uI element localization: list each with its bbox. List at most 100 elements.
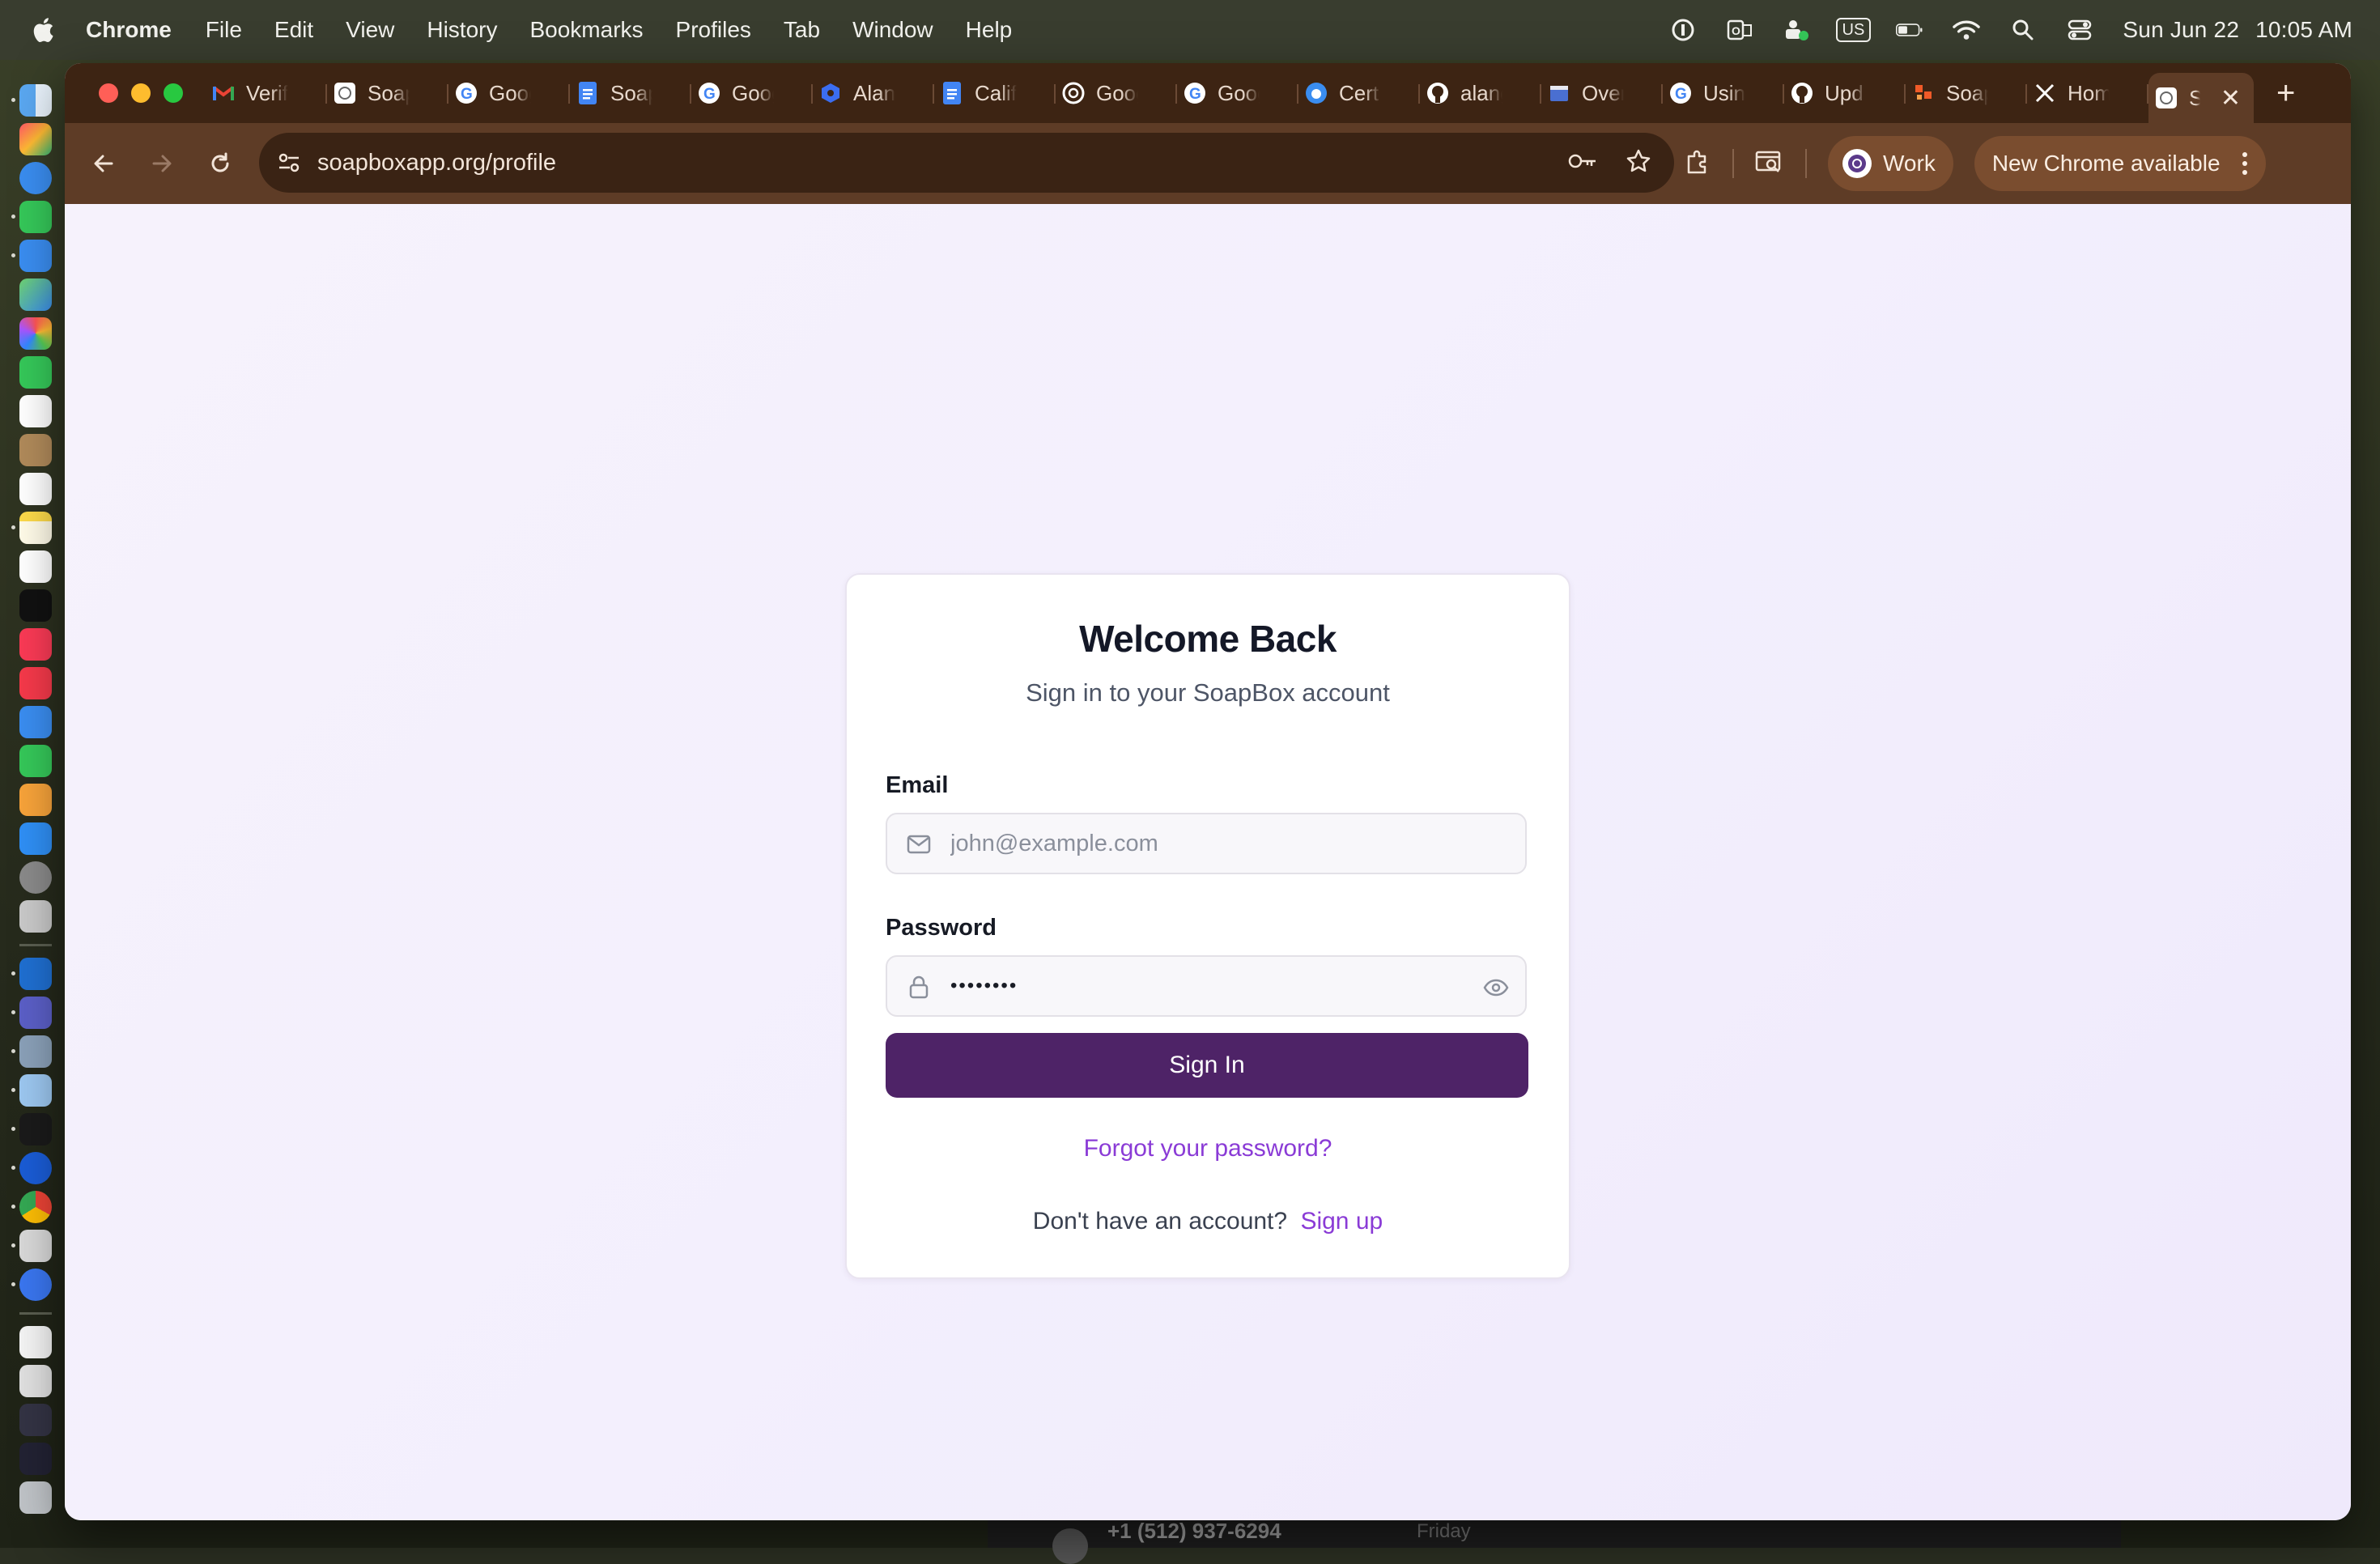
tab-google-docs[interactable]: Soap (570, 73, 691, 113)
tab-soap-orange[interactable]: Soap (1906, 73, 2027, 113)
tab-github-2[interactable]: Upd (1784, 73, 1906, 113)
chrome-dock-icon[interactable] (11, 1191, 52, 1223)
menu-bookmarks[interactable]: Bookmarks (529, 17, 643, 43)
email-field[interactable] (886, 813, 1527, 874)
site-info-icon[interactable] (272, 146, 306, 180)
forward-button[interactable] (139, 141, 185, 186)
url-text[interactable]: soapboxapp.org/profile (317, 150, 556, 176)
back-button[interactable] (81, 141, 126, 186)
battery-icon[interactable] (1896, 16, 1923, 44)
notes-icon[interactable] (11, 512, 52, 544)
freeform-icon[interactable] (19, 550, 52, 583)
close-tab-icon[interactable]: ✕ (2221, 84, 2241, 113)
bookmark-star-icon[interactable] (1626, 148, 1651, 178)
tab-store[interactable]: Over (1541, 73, 1663, 113)
sign-in-button[interactable]: Sign In (886, 1033, 1528, 1098)
control-center-icon[interactable] (2066, 16, 2093, 44)
tab-search-icon[interactable] (1755, 149, 1784, 179)
printer-icon[interactable] (11, 1230, 52, 1262)
email-input[interactable] (950, 814, 1468, 873)
signal-icon[interactable] (11, 1269, 52, 1301)
menu-edit[interactable]: Edit (274, 17, 313, 43)
menu-view[interactable]: View (346, 17, 394, 43)
onepassword-icon[interactable] (11, 1152, 52, 1184)
safari-icon[interactable] (19, 162, 52, 194)
tab-gmail[interactable]: Verif (206, 73, 327, 113)
address-bar[interactable]: soapboxapp.org/profile (259, 133, 1674, 193)
minimize-window-button[interactable] (131, 83, 151, 103)
forgot-password-link[interactable]: Forgot your password? (847, 1135, 1569, 1162)
new-tab-button[interactable]: + (2276, 75, 2295, 112)
preview-icon[interactable] (11, 1074, 52, 1107)
close-window-button[interactable] (99, 83, 118, 103)
menu-bar-time[interactable]: 10:05 AM (2255, 17, 2352, 43)
app-store-icon[interactable] (19, 822, 52, 855)
tab-active-soapbox[interactable]: S ✕ (2148, 73, 2254, 123)
kebab-menu-icon[interactable] (2242, 151, 2248, 176)
apple-menu-icon[interactable] (31, 16, 55, 44)
zoom-window-button[interactable] (164, 83, 183, 103)
extensions-icon[interactable] (1684, 148, 1711, 180)
pages-icon[interactable] (19, 784, 52, 816)
password-input[interactable] (950, 957, 1468, 1015)
screen-sharing-icon[interactable] (11, 1035, 52, 1068)
tab-apple-developer[interactable]: Cert (1298, 73, 1420, 113)
calendar-icon[interactable] (19, 395, 52, 427)
menu-window[interactable]: Window (852, 17, 933, 43)
trash-icon[interactable] (19, 1481, 52, 1514)
spotlight-search-icon[interactable] (2009, 16, 2037, 44)
screenshot-stack-icon[interactable] (19, 1404, 52, 1436)
reminders-icon[interactable] (19, 473, 52, 505)
menu-tab[interactable]: Tab (784, 17, 820, 43)
teams-dock-icon[interactable] (11, 997, 52, 1029)
tab-alan[interactable]: Alan (813, 73, 934, 113)
downloads-stack-icon[interactable] (19, 1365, 52, 1397)
numbers-icon[interactable] (19, 745, 52, 777)
news-icon[interactable] (19, 667, 52, 699)
contacts-icon[interactable] (19, 434, 52, 466)
document-icon[interactable] (19, 1326, 52, 1358)
menu-app-name[interactable]: Chrome (86, 17, 172, 43)
facetime-icon[interactable] (19, 356, 52, 389)
show-password-eye-icon[interactable] (1481, 973, 1511, 1002)
maps-icon[interactable] (19, 278, 52, 311)
menu-history[interactable]: History (427, 17, 497, 43)
launchpad-icon[interactable] (19, 123, 52, 155)
tab-google-4[interactable]: G Usin (1663, 73, 1784, 113)
profile-button[interactable]: Work (1828, 136, 1953, 191)
iphone-mirroring-icon[interactable] (19, 900, 52, 933)
outlook-dock-icon[interactable] (11, 958, 52, 990)
tab-google[interactable]: G Goog (448, 73, 570, 113)
chrome-update-button[interactable]: New Chrome available (1974, 136, 2266, 191)
photos-icon[interactable] (19, 317, 52, 350)
menu-bar-date[interactable]: Sun Jun 22 (2123, 17, 2239, 43)
tab-x-home[interactable]: Hom (2027, 73, 2148, 113)
tab-soapbox[interactable]: Soap (327, 73, 448, 113)
mail-icon[interactable] (11, 240, 52, 272)
password-manager-icon[interactable] (1669, 16, 1697, 44)
tab-openai[interactable]: Goog (1056, 73, 1177, 113)
password-field[interactable] (886, 955, 1527, 1017)
tab-github[interactable]: alang (1420, 73, 1541, 113)
terminal-icon[interactable] (11, 1113, 52, 1145)
input-source-indicator[interactable]: US (1835, 16, 1872, 44)
system-settings-icon[interactable] (19, 861, 52, 894)
apple-tv-icon[interactable] (19, 589, 52, 622)
teams-icon[interactable] (1783, 16, 1810, 44)
menu-help[interactable]: Help (966, 17, 1013, 43)
reload-button[interactable] (198, 141, 243, 186)
tab-google-2[interactable]: G Goog (691, 73, 813, 113)
messages-icon[interactable] (11, 201, 52, 233)
wifi-icon[interactable] (1953, 16, 1981, 44)
tab-google-3[interactable]: G Goog (1177, 73, 1298, 113)
password-key-icon[interactable] (1567, 151, 1598, 175)
outlook-icon[interactable]: O (1726, 16, 1753, 44)
menu-file[interactable]: File (206, 17, 242, 43)
keynote-icon[interactable] (19, 706, 52, 738)
tab-calif[interactable]: Calif (934, 73, 1056, 113)
music-icon[interactable] (19, 628, 52, 661)
screenshot-stack-icon-2[interactable] (19, 1443, 52, 1475)
sign-up-link[interactable]: Sign up (1300, 1208, 1383, 1235)
finder-icon[interactable] (11, 84, 52, 117)
menu-profiles[interactable]: Profiles (676, 17, 751, 43)
